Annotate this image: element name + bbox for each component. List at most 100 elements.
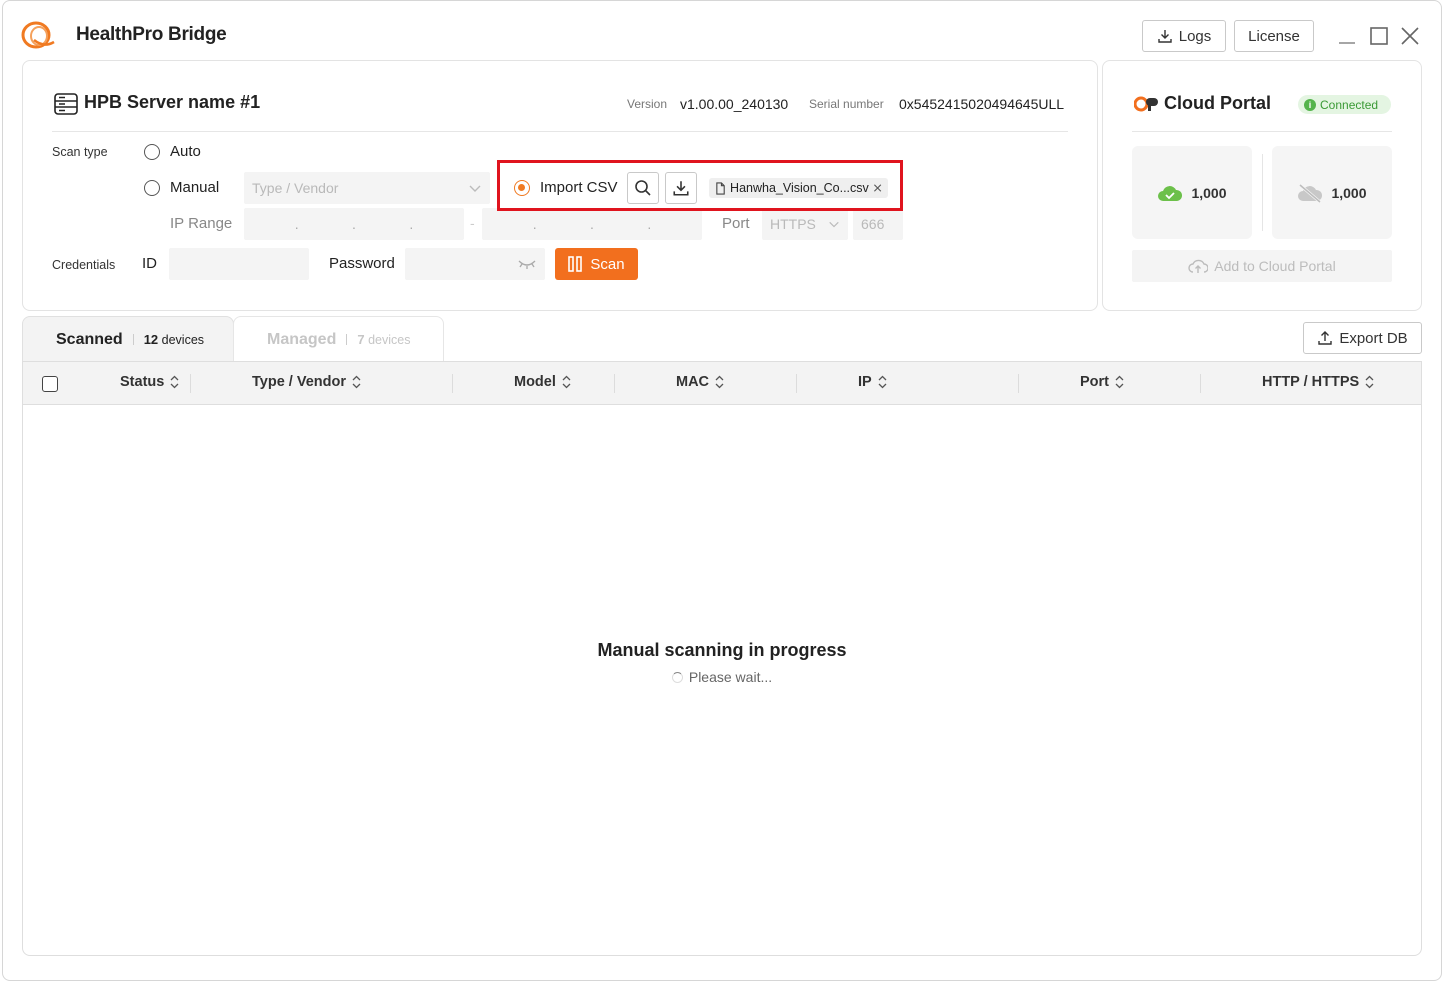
close-button[interactable] [1398, 24, 1422, 48]
id-label: ID [142, 255, 157, 272]
divider [1132, 131, 1392, 132]
auto-label: Auto [170, 143, 201, 160]
tab-scanned-count-group: 12 devices [144, 332, 204, 347]
type-vendor-select[interactable]: Type / Vendor [244, 172, 490, 204]
tab-scanned[interactable]: Scanned 12 devices [22, 316, 234, 362]
progress-title: Manual scanning in progress [597, 640, 847, 660]
maximize-icon [1370, 27, 1388, 45]
sort-icon [1115, 375, 1124, 389]
column-http-https[interactable]: HTTP / HTTPS [1262, 374, 1374, 390]
sort-icon [715, 375, 724, 389]
pause-icon [568, 256, 583, 272]
serial-label: Serial number [809, 97, 884, 111]
auto-radio[interactable] [144, 144, 160, 160]
connection-status-badge: i Connected [1298, 95, 1391, 114]
scan-button[interactable]: Scan [555, 248, 638, 280]
spinner-icon [671, 671, 683, 683]
tab-managed-count-group: 7 devices [357, 332, 410, 347]
scan-label: Scan [590, 255, 625, 273]
chevron-down-icon [469, 185, 481, 192]
select-all-checkbox[interactable] [42, 376, 58, 392]
cloud-upload-icon [1188, 259, 1209, 273]
column-ip[interactable]: IP [858, 374, 887, 390]
ip-end-input[interactable]: ... [482, 208, 702, 240]
manual-radio[interactable] [144, 180, 160, 196]
logs-button[interactable]: Logs [1142, 20, 1226, 52]
minimize-button[interactable] [1335, 24, 1359, 48]
column-divider [452, 374, 453, 393]
id-input[interactable] [169, 248, 309, 280]
column-type-vendor-label: Type / Vendor [252, 374, 347, 390]
app-logo [21, 21, 55, 49]
sort-icon [562, 375, 571, 389]
column-type-vendor[interactable]: Type / Vendor [252, 374, 361, 390]
cloud-off-icon [1298, 183, 1323, 203]
column-divider [796, 374, 797, 393]
column-divider [1018, 374, 1019, 393]
offline-devices-card: 1,000 [1272, 146, 1392, 239]
tab-scanned-label: Scanned [56, 330, 123, 348]
sort-icon [170, 375, 179, 389]
add-to-cloud-button[interactable]: Add to Cloud Portal [1132, 250, 1392, 282]
maximize-button[interactable] [1367, 24, 1391, 48]
serial-value: 0x5452415020494645ULL [899, 96, 1065, 112]
progress-subtitle: Please wait... [688, 669, 773, 685]
sort-icon [878, 375, 887, 389]
column-mac[interactable]: MAC [676, 374, 724, 390]
server-name: HPB Server name #1 [84, 92, 261, 112]
column-ip-label: IP [858, 374, 872, 390]
sort-icon [1365, 375, 1374, 389]
password-label: Password [329, 255, 395, 272]
password-input[interactable] [405, 248, 545, 280]
column-http-https-label: HTTP / HTTPS [1262, 374, 1360, 390]
import-csv-highlight [497, 160, 903, 211]
info-icon: i [1304, 98, 1316, 111]
export-db-button[interactable]: Export DB [1303, 322, 1422, 354]
ip-range-label: IP Range [170, 215, 233, 232]
server-icon [54, 93, 78, 115]
license-label: License [1248, 27, 1300, 45]
credentials-label: Credentials [52, 258, 116, 272]
column-divider [190, 374, 191, 393]
version-label: Version [627, 97, 668, 111]
export-db-label: Export DB [1339, 329, 1408, 347]
port-protocol-value: HTTPS [770, 216, 816, 232]
cloud-portal-logo [1134, 96, 1158, 112]
table-header: Status Type / Vendor Model MAC IP Port H… [23, 362, 1421, 405]
column-port[interactable]: Port [1080, 374, 1124, 390]
tab-scanned-count: 12 [143, 332, 159, 347]
column-mac-label: MAC [676, 374, 710, 390]
eye-closed-icon[interactable] [517, 258, 537, 270]
tab-managed-unit: devices [368, 333, 411, 347]
tab-scanned-unit: devices [161, 333, 205, 347]
app-title: HealthPro Bridge [76, 24, 227, 45]
port-input[interactable]: 666 [853, 208, 903, 240]
connection-status: Connected [1320, 97, 1379, 112]
port-value: 666 [861, 216, 885, 232]
column-divider [1200, 374, 1201, 393]
close-icon [1401, 27, 1419, 45]
ip-range-separator: - [470, 215, 475, 231]
cloud-check-icon [1158, 185, 1183, 201]
progress-subtitle-row: Please wait... [0, 669, 1444, 685]
tab-separator [132, 334, 134, 345]
minimize-icon [1339, 42, 1355, 44]
scan-type-label: Scan type [52, 145, 108, 159]
type-vendor-placeholder: Type / Vendor [252, 180, 339, 196]
offline-count: 1,000 [1331, 184, 1367, 201]
column-model[interactable]: Model [514, 374, 571, 390]
port-protocol-select[interactable]: HTTPS [762, 208, 848, 240]
divider [52, 131, 1068, 132]
port-label: Port [722, 215, 750, 232]
tab-managed[interactable]: Managed 7 devices [233, 316, 444, 362]
column-port-label: Port [1080, 374, 1109, 390]
column-status-label: Status [120, 374, 165, 390]
manual-label: Manual [170, 179, 220, 196]
upload-icon [1318, 331, 1333, 345]
license-button[interactable]: License [1234, 20, 1314, 52]
online-count: 1,000 [1191, 184, 1227, 201]
cloud-portal-title: Cloud Portal [1164, 93, 1271, 113]
add-to-cloud-label: Add to Cloud Portal [1214, 258, 1336, 274]
column-status[interactable]: Status [120, 374, 179, 390]
ip-start-input[interactable]: ... [244, 208, 464, 240]
